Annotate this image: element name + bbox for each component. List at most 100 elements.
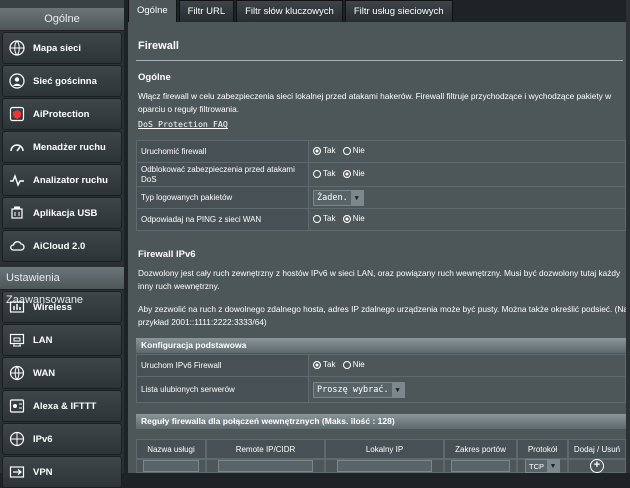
enable-firewall-row: Uruchomić firewall Tak Nie <box>136 140 626 163</box>
sidebar-item-ipv6[interactable]: IPv6 <box>2 423 122 455</box>
sidebar-item-label: Menadżer ruchu <box>33 141 106 153</box>
rules-column-header: Nazwa usługi <box>136 439 206 459</box>
sidebar-item-label: Wireless <box>33 301 72 313</box>
general-menu: Mapa sieci Sieć gościnna AiProtection Menad… <box>0 31 124 262</box>
general-section-title: Ogólne <box>138 72 171 83</box>
ipv6-firewall-no-radio[interactable]: Nie <box>342 360 365 369</box>
add-rule-icon[interactable]: + <box>590 459 604 473</box>
sidebar-item-label: Mapa sieci <box>33 42 82 54</box>
rules-column-header: Lokalny IP <box>325 439 444 459</box>
sidebar-item-label: Aplikacja USB <box>33 207 98 219</box>
ipv6-firewall-label: Uruchom IPv6 Firewall <box>136 354 309 377</box>
dos-protection-label: Odblokować zabezpieczenia przed atakami … <box>136 162 309 187</box>
sidebar-item-label: AiProtection <box>33 108 90 120</box>
tab-2[interactable]: Filtr słów kluczowych <box>236 0 343 22</box>
traffic-analyzer-icon <box>7 170 27 190</box>
ipv6-description-1: Dozwolony jest cały ruch zewnętrzny z ho… <box>138 268 621 291</box>
sidebar-item-guest-network[interactable]: Sieć gościnna <box>2 65 122 97</box>
wan-icon <box>7 363 27 383</box>
sidebar-item-traffic-analyzer[interactable]: Analizator ruchu <box>2 164 122 196</box>
ipv6-settings-table: Uruchom IPv6 Firewall Tak Nie Lista ulub… <box>136 354 626 403</box>
usb-application-icon <box>7 203 27 223</box>
firewall-settings-table: Uruchomić firewall Tak Nie Odblokować za… <box>136 140 626 231</box>
sidebar-item-aiprotection[interactable]: AiProtection <box>2 98 122 130</box>
sidebar-item-label: Analizator ruchu <box>33 174 108 186</box>
sidebar-item-label: Sieć gościnna <box>33 75 97 87</box>
sidebar-item-label: WAN <box>33 367 56 379</box>
tab-0[interactable]: Ogólne <box>128 0 177 22</box>
enable-firewall-label: Uruchomić firewall <box>136 140 309 163</box>
rules-header: Reguły firewalla dla połączeń wewnętrzny… <box>136 414 626 429</box>
firewall-panel: Firewall Ogólne Włącz firewall w celu za… <box>128 22 630 473</box>
local-ip-input[interactable] <box>336 460 433 472</box>
rules-column-header: Zakres portów <box>444 439 517 459</box>
vpn-icon <box>7 462 27 482</box>
protocol-select[interactable]: TCP ▼ <box>525 459 560 473</box>
enable-firewall-yes-radio[interactable]: Tak <box>313 146 335 155</box>
tab-1[interactable]: Filtr URL <box>178 0 235 22</box>
rules-column-header: Remote IP/CIDR <box>206 439 325 459</box>
basic-config-header: Konfiguracja podstawowa <box>136 338 626 353</box>
rules-column-header: Protokół <box>517 439 568 459</box>
sidebar-item-wan[interactable]: WAN <box>2 357 122 389</box>
sidebar-item-lan[interactable]: LAN <box>2 324 122 356</box>
sidebar-item-alexa-ifttt[interactable]: Alexa & IFTTT <box>2 390 122 422</box>
wan-ping-row: Odpowiadaj na PING z sieci WAN Tak Nie <box>136 208 626 231</box>
ipv6-description-2: Aby zezwolić na ruch z dowolnego zdalneg… <box>138 304 628 327</box>
sidebar-item-vpn[interactable]: VPN <box>2 456 122 488</box>
sidebar-section-general: Ogólne <box>0 8 124 31</box>
tab-3[interactable]: Filtr usług sieciowych <box>344 0 453 22</box>
wan-ping-no-radio[interactable]: Nie <box>342 214 365 223</box>
title-divider <box>136 60 623 61</box>
guest-network-icon <box>7 71 27 91</box>
logged-packets-select[interactable]: Żaden. ▼ <box>313 189 364 206</box>
alexa-ifttt-icon <box>7 396 27 416</box>
page-title: Firewall <box>138 40 179 52</box>
sidebar-item-label: Alexa & IFTTT <box>33 400 97 412</box>
rules-input-row: TCP ▼ + <box>136 459 626 473</box>
main-area: Ogólne Filtr URL Filtr słów kluczowych Filt… <box>128 0 630 473</box>
chevron-down-icon: ▼ <box>547 460 559 472</box>
favorite-servers-select[interactable]: Proszę wybrać. ▼ <box>313 381 405 398</box>
favorite-servers-row: Lista ulubionych serwerów Proszę wybrać.… <box>136 376 626 403</box>
sidebar-top-strip <box>0 0 124 8</box>
tab-bar: Ogólne Filtr URL Filtr słów kluczowych Filt… <box>128 0 630 22</box>
wan-ping-label: Odpowiadaj na PING z sieci WAN <box>136 208 309 231</box>
wan-ping-yes-radio[interactable]: Tak <box>313 214 335 223</box>
sidebar-item-network-map[interactable]: Mapa sieci <box>2 32 122 64</box>
sidebar-item-label: LAN <box>33 334 53 346</box>
sidebar-item-label: AiCloud 2.0 <box>33 240 86 252</box>
ipv6-firewall-row: Uruchom IPv6 Firewall Tak Nie <box>136 354 626 377</box>
advanced-menu: Wireless LAN WAN Alexa & IFTTT IPv6 VPN <box>0 290 124 488</box>
rules-column-header: Dodaj / Usuń <box>568 439 626 459</box>
traffic-manager-icon <box>7 137 27 157</box>
network-map-icon <box>7 38 27 58</box>
chevron-down-icon: ▼ <box>350 190 363 205</box>
dos-protection-row: Odblokować zabezpieczenia przed atakami … <box>136 162 626 187</box>
general-description: Włącz firewall w celu zabezpieczenia sie… <box>138 91 612 114</box>
aiprotection-icon <box>7 104 27 124</box>
sidebar-item-aicloud[interactable]: AiCloud 2.0 <box>2 230 122 262</box>
ipv6-section-title: Firewall IPv6 <box>138 249 196 260</box>
wireless-icon <box>7 297 27 317</box>
chevron-down-icon: ▼ <box>391 382 404 397</box>
remote-ip-input[interactable] <box>217 460 314 472</box>
enable-firewall-no-radio[interactable]: Nie <box>342 146 365 155</box>
dos-protection-no-radio[interactable]: Nie <box>342 169 365 178</box>
sidebar-item-usb-application[interactable]: Aplikacja USB <box>2 197 122 229</box>
ipv6-firewall-yes-radio[interactable]: Tak <box>313 360 335 369</box>
favorite-servers-label: Lista ulubionych serwerów <box>136 376 309 403</box>
dos-protection-faq-link[interactable]: DoS Protection FAQ <box>138 119 228 129</box>
sidebar-item-traffic-manager[interactable]: Menadżer ruchu <box>2 131 122 163</box>
port-range-input[interactable] <box>451 460 510 472</box>
sidebar-item-label: IPv6 <box>33 433 53 445</box>
service-name-input[interactable] <box>142 460 200 472</box>
rules-columns: Nazwa usługi Remote IP/CIDR Lokalny IP Zakr… <box>136 439 626 459</box>
lan-icon <box>7 330 27 350</box>
ipv6-icon <box>7 429 27 449</box>
dos-protection-yes-radio[interactable]: Tak <box>313 169 335 178</box>
scrollbar[interactable] <box>626 0 630 473</box>
sidebar-section-advanced: Ustawienia Zaawansowane <box>0 267 124 306</box>
aicloud-icon <box>7 236 27 256</box>
sidebar: Ogólne Mapa sieci Sieć gościnna AiProtecti… <box>0 0 124 488</box>
